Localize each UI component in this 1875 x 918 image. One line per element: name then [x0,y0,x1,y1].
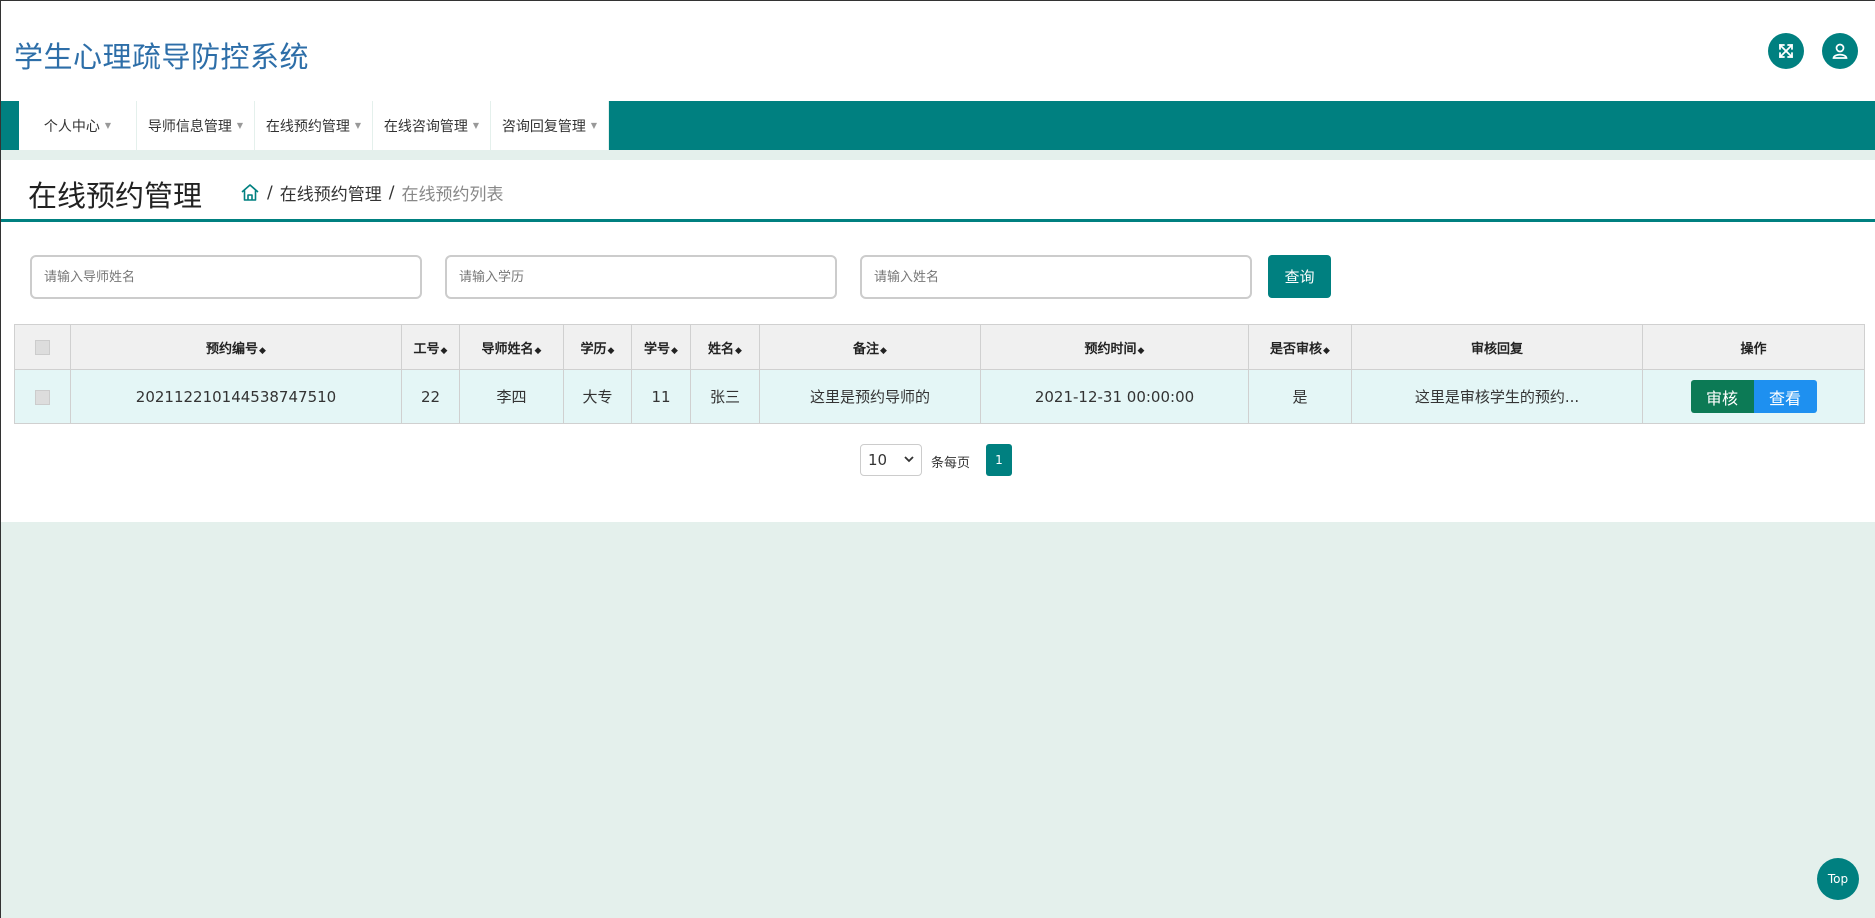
nav-item-label: 在线预约管理 [265,118,350,135]
table-header-row: 预约编号◆ 工号◆ 导师姓名◆ 学历◆ 学号◆ 姓名◆ 备注◆ 预约时间◆ 是否… [14,324,1865,370]
column-header-label: 预约编号 [206,341,259,357]
column-header-appointment-no[interactable]: 预约编号◆ [70,324,402,370]
breadcrumb: / 在线预约管理 / 在线预约列表 [240,180,503,205]
column-header-label: 姓名 [708,341,735,357]
column-header-is-reviewed[interactable]: 是否审核◆ [1248,324,1352,370]
column-header-staff-no[interactable]: 工号◆ [401,324,460,370]
breadcrumb-separator: / [267,182,273,203]
column-header-label: 是否审核 [1270,341,1323,357]
cell-remark: 这里是预约导师的 [759,369,981,424]
cell-appointment-no: 20211221014453874751​0 [70,369,402,424]
nav-item-personal-center[interactable]: 个人中心 ▼ [19,101,137,150]
view-button[interactable]: 查看 [1753,380,1817,413]
column-header-label: 备注 [853,341,880,357]
breadcrumb-appointment-management[interactable]: 在线预约管理 [280,180,382,205]
separator-band [0,150,1875,160]
column-header-label: 导师姓名 [481,341,534,357]
top-nav: 个人中心 ▼ 导师信息管理 ▼ 在线预约管理 ▼ 在线咨询管理 ▼ 咨询回复管理 ▼ [0,101,1875,150]
nav-item-appointment[interactable]: 在线预约管理 ▼ [255,101,373,150]
cell-appointment-time: 2021-12-31 00:00:00 [980,369,1249,424]
row-select-cell [14,369,71,424]
nav-item-label: 个人中心 [43,118,100,135]
row-checkbox[interactable] [35,389,50,405]
sort-icon: ◆ [440,345,448,356]
page-size-value: 10 [868,451,888,469]
cell-name: 张三 [690,369,760,424]
page-size-select[interactable]: 10 [860,444,922,476]
user-button[interactable] [1822,33,1858,69]
chevron-down-icon [904,456,914,463]
back-to-top-button[interactable]: Top [1817,858,1859,900]
column-header-actions: 操作 [1642,324,1865,370]
sort-icon: ◆ [1137,345,1145,356]
name-search-input[interactable] [860,255,1252,299]
page-title: 在线预约管理 [28,179,203,213]
column-header-student-no[interactable]: 学号◆ [631,324,691,370]
caret-down-icon: ▼ [472,121,480,130]
column-header-label: 学号 [644,341,671,357]
column-header-label: 工号 [413,341,440,357]
column-header-review-reply: 审核回复 [1351,324,1643,370]
nav-item-consult-reply[interactable]: 咨询回复管理 ▼ [491,101,609,150]
sort-icon: ◆ [259,345,266,356]
caret-down-icon: ▼ [104,121,112,130]
cell-is-reviewed: 是 [1248,369,1352,424]
per-page-label: 条每页 [931,456,971,471]
caret-down-icon: ▼ [590,121,598,130]
nav-item-label: 在线咨询管理 [383,118,468,135]
breadcrumb-appointment-list: 在线预约列表 [401,185,504,205]
row-action-group: 审核 查看 [1690,380,1817,413]
user-icon [1832,43,1848,59]
table-row: 20211221014453874751​0 22 李四 大专 11 张三 这里… [14,369,1865,424]
caret-down-icon: ▼ [354,121,362,130]
cell-student-no: 11 [631,369,691,424]
cell-actions: 审核 查看 [1642,369,1865,424]
audit-button[interactable]: 审核 [1690,380,1754,413]
sort-icon: ◆ [607,345,615,356]
heading-divider [0,219,1875,222]
education-search-input[interactable] [445,255,837,299]
sort-icon: ◆ [735,345,742,356]
column-header-appointment-time[interactable]: 预约时间◆ [980,324,1249,370]
cell-review-reply: 这里是审核学生的预约... [1351,369,1643,424]
fullscreen-icon [1779,44,1793,58]
sort-icon: ◆ [880,345,887,356]
sort-icon: ◆ [534,345,542,356]
nav-item-label: 咨询回复管理 [501,118,586,135]
sort-icon: ◆ [671,345,678,356]
nav-item-consultation[interactable]: 在线咨询管理 ▼ [373,101,491,150]
appointment-table: 预约编号◆ 工号◆ 导师姓名◆ 学历◆ 学号◆ 姓名◆ 备注◆ 预约时间◆ 是否… [14,324,1865,424]
caret-down-icon: ▼ [236,121,244,130]
column-header-education[interactable]: 学历◆ [563,324,632,370]
sort-icon: ◆ [1323,345,1330,356]
query-button[interactable]: 查询 [1268,255,1331,298]
app-title: 学生心理疏导防控系统 [14,40,310,74]
fullscreen-button[interactable] [1768,33,1804,69]
tutor-name-search-input[interactable] [30,255,422,299]
cell-staff-no: 22 [401,369,460,424]
column-header-label: 学历 [580,341,607,357]
column-header-label: 审核回复 [1470,341,1523,357]
cell-education: 大专 [563,369,632,424]
app-header: 学生心理疏导防控系统 [0,0,1875,101]
column-header-remark[interactable]: 备注◆ [759,324,981,370]
select-all-checkbox[interactable] [35,339,50,355]
breadcrumb-separator: / [388,182,395,203]
main-content: 在线预约管理 / 在线预约管理 / 在线预约列表 查询 预约编号◆ 工号◆ [0,160,1875,522]
cell-tutor-name: 李四 [459,369,564,424]
column-header-label: 预约时间 [1084,341,1137,357]
nav-item-label: 导师信息管理 [147,118,232,135]
column-header-name[interactable]: 姓名◆ [690,324,760,370]
column-header-label: 操作 [1740,341,1767,357]
page-number-button[interactable]: 1 [986,444,1012,476]
nav-item-tutor-info[interactable]: 导师信息管理 ▼ [137,101,255,150]
home-icon[interactable] [240,183,260,202]
select-all-cell [14,324,71,370]
column-header-tutor-name[interactable]: 导师姓名◆ [459,324,564,370]
